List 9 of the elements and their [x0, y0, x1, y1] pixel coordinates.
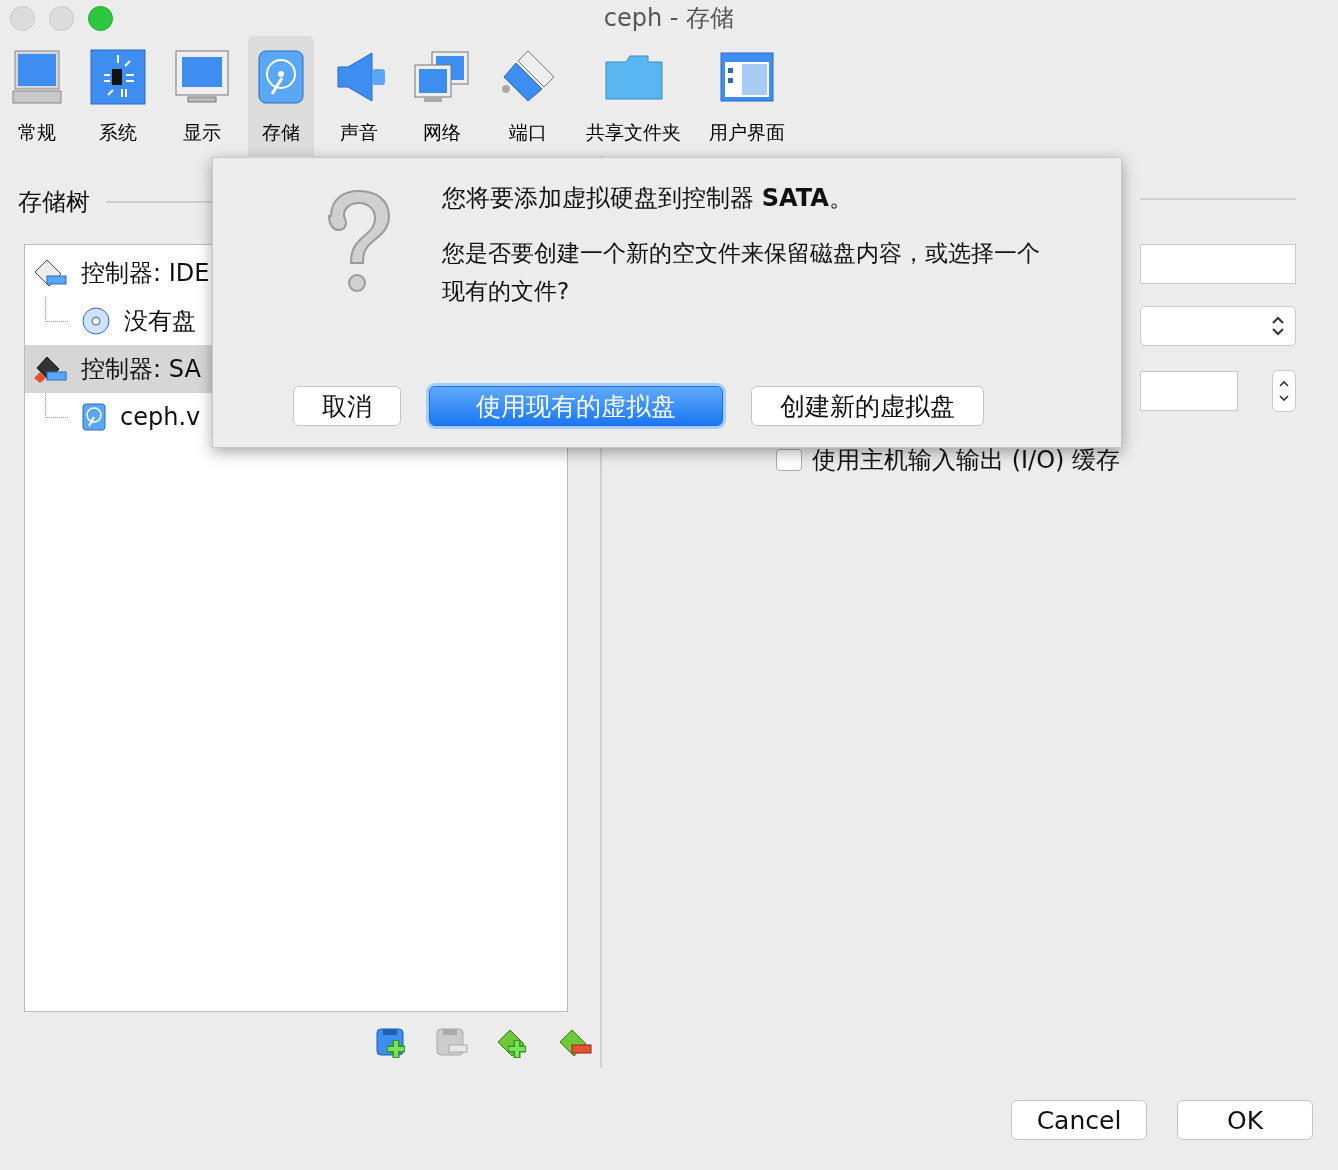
checkbox-label: 使用主机输入输出 (I/O) 缓存 [812, 445, 1121, 476]
tree-item-label: 控制器: IDE [81, 258, 210, 289]
dialog-message: 您将要添加虚拟硬盘到控制器 SATA。 [442, 183, 854, 214]
tree-item-label: 控制器: SA [81, 354, 201, 385]
tree-item-label: 没有盘 [124, 306, 196, 337]
dialog-detail: 您是否要创建一个新的空文件来保留磁盘内容，或选择一个现有的文件? [442, 239, 1041, 306]
tree-item-label: ceph.v [120, 403, 201, 431]
window-title: ceph - 存储 [603, 3, 735, 34]
section-title: 存储树 [18, 187, 90, 218]
